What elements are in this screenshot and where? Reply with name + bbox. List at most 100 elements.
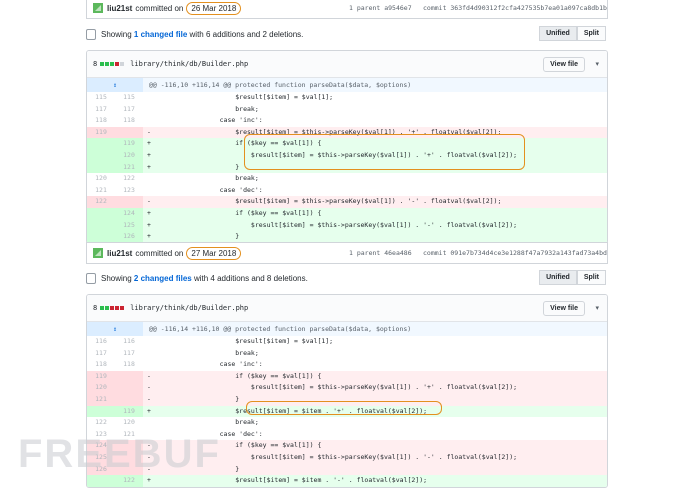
code-text: $result[$item] = $this->parseKey($val[1]… [157,150,518,159]
new-line-number[interactable]: 121 [115,161,143,174]
new-line-number[interactable]: 115 [115,92,143,104]
new-line-number[interactable] [115,382,143,394]
old-line-number[interactable]: 122 [87,196,115,208]
unified-button[interactable]: Unified [539,26,577,41]
commit-verb: committed on [135,3,184,13]
old-line-number[interactable]: 117 [87,103,115,116]
commit-author[interactable]: liu21st [107,249,132,258]
new-line-number[interactable]: 124 [115,207,143,220]
avatar-icon[interactable] [93,248,103,258]
code-text: $result[$item] = $val[1]; [157,93,334,101]
diff-toc: Showing 1 changed file with 6 additions … [86,23,606,45]
old-line-number[interactable]: 118 [87,115,115,127]
new-line-number[interactable] [115,196,143,208]
expand-icon[interactable]: ⇕ [87,322,143,336]
code-text: break; [157,348,259,357]
new-line-number[interactable]: 117 [115,103,143,116]
diff-sign [143,92,155,104]
commit-parent[interactable]: 1 parent a9546e7 [349,4,412,12]
diff-count: 8 [93,304,98,312]
new-line-number[interactable]: 116 [115,336,143,348]
changed-files-link[interactable]: 2 changed files [134,274,192,283]
expand-icon[interactable]: ⇕ [87,78,143,92]
diff-line: 125 + $result[$item] = $this->parseKey($v… [87,219,607,232]
code-text: break; [157,104,259,113]
diff-sign: - [147,383,151,392]
view-file-button[interactable]: View file [543,56,585,72]
new-line-number[interactable]: 117 [115,347,143,360]
commit-date: 27 Mar 2018 [186,246,242,260]
old-line-number[interactable] [87,219,115,232]
chevron-down-icon[interactable]: ▾ [595,60,599,68]
diff-line: 122 - $result[$item] = $this->parseKey($v… [87,196,607,208]
diff-line: 115 115 $result[$item] = $val[1]; [87,92,607,104]
diff-sign: - [147,197,151,206]
diff-sign: + [147,406,151,415]
new-line-number[interactable]: 125 [115,219,143,232]
diff-line: 120 + $result[$item] = $this->parseKey($v… [87,149,607,162]
old-line-number[interactable]: 122 [87,417,115,429]
commit-parent[interactable]: 1 parent 46ea486 [349,249,412,257]
old-line-number[interactable]: 116 [87,336,115,348]
old-line-number[interactable]: 119 [87,126,115,139]
diff-sign: + [147,208,151,217]
changed-files-link[interactable]: 1 changed file [134,30,187,39]
diffstat [100,306,125,310]
code-text: $result[$item] = $item . '+' . floatval(… [157,406,428,415]
old-line-number[interactable]: 121 [87,184,115,197]
commit-author[interactable]: liu21st [107,4,132,13]
old-line-number[interactable]: 119 [87,370,115,383]
file-header: 8 library/think/db/Builder.php View file… [87,51,607,78]
toc-showing: Showing [101,273,132,283]
new-line-number[interactable] [115,393,143,406]
chevron-down-icon[interactable]: ▾ [595,304,599,312]
diff-rows: 115 115 $result[$item] = $val[1]; 117 117 b… [87,92,607,243]
old-line-number[interactable] [87,161,115,174]
old-line-number[interactable] [87,207,115,220]
file-path[interactable]: library/think/db/Builder.php [130,304,248,312]
old-line-number[interactable]: 118 [87,359,115,371]
split-button[interactable]: Split [576,26,606,41]
diff-line: 121 + } [87,161,607,174]
diff-line: 119 + if ($key == $val[1]) { [87,138,607,150]
unified-button[interactable]: Unified [539,270,577,285]
old-line-number[interactable]: 120 [87,382,115,394]
old-line-number[interactable] [87,405,115,418]
diff-sign: - [147,371,151,380]
old-line-number[interactable]: 121 [87,393,115,406]
file-diff: 8 library/think/db/Builder.php View file… [86,50,608,244]
commit-bar: liu21st committed on 27 Mar 2018 1 paren… [86,242,608,264]
old-line-number[interactable]: 120 [87,173,115,185]
diff-line: 120 122 break; [87,173,607,185]
diff-line: 121 123 case 'dec': [87,184,607,197]
toc-showing: Showing [101,29,132,39]
hunk-header: ⇕ @@ -116,10 +116,14 @@ protected functi… [87,78,607,92]
new-line-number[interactable] [115,126,143,139]
new-line-number[interactable] [115,370,143,383]
old-line-number[interactable]: 115 [87,92,115,104]
view-file-button[interactable]: View file [543,300,585,316]
new-line-number[interactable]: 122 [115,173,143,185]
old-line-number[interactable]: 117 [87,347,115,360]
split-button[interactable]: Split [576,270,606,285]
diff-sign: + [147,232,151,241]
diff-line: 121 - } [87,393,607,406]
old-line-number[interactable] [87,149,115,162]
code-text: $result[$item] = $val[1]; [157,337,334,345]
new-line-number[interactable]: 126 [115,231,143,243]
diff-count: 8 [93,60,98,68]
new-line-number[interactable]: 120 [115,417,143,429]
file-path[interactable]: library/think/db/Builder.php [130,60,248,68]
avatar-icon[interactable] [93,3,103,13]
commit-sha[interactable]: commit 091e7b734d4ce3e1288f47a7932a143fa… [423,249,607,257]
new-line-number[interactable]: 118 [115,115,143,127]
new-line-number[interactable]: 120 [115,149,143,162]
new-line-number[interactable]: 119 [115,405,143,418]
new-line-number[interactable]: 118 [115,359,143,371]
file-header: 8 library/think/db/Builder.php View file… [87,295,607,322]
old-line-number[interactable] [87,138,115,150]
commit-sha[interactable]: commit 363fd4d90312f2cfa427535b7ea01a097… [423,4,607,12]
old-line-number[interactable] [87,231,115,243]
new-line-number[interactable]: 123 [115,184,143,197]
new-line-number[interactable]: 119 [115,138,143,150]
